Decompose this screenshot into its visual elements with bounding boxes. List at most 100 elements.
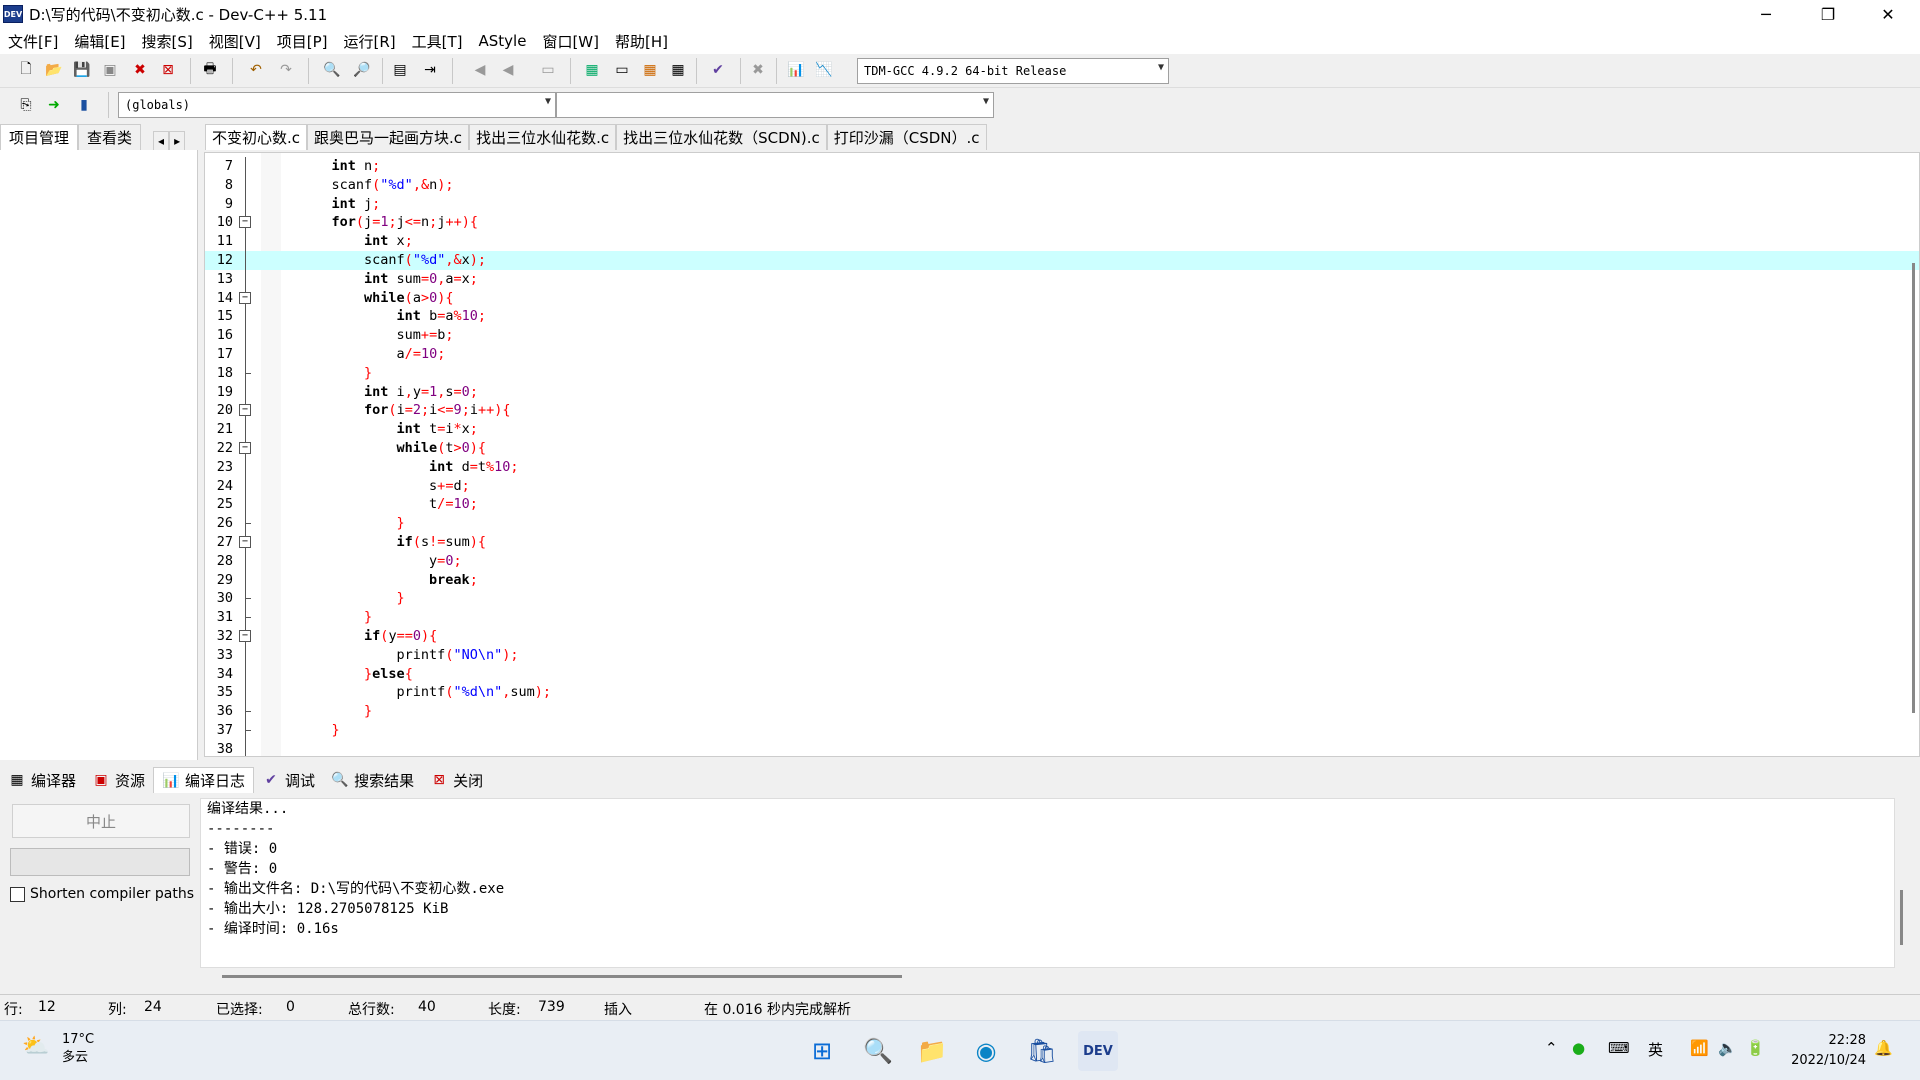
compile-icon[interactable]: ▦: [580, 58, 604, 82]
code-line[interactable]: 7 int n;: [205, 157, 1919, 176]
tab-file-1[interactable]: 不变初心数.c: [205, 124, 308, 150]
ime-indicator[interactable]: 英: [1648, 1039, 1663, 1060]
insert-icon[interactable]: ⎘: [14, 93, 38, 117]
code-line[interactable]: 8 scanf("%d",&n);: [205, 175, 1919, 195]
code-line[interactable]: 28 y=0;: [205, 551, 1919, 571]
code-line[interactable]: 25 t/=10;: [205, 495, 1919, 515]
tab-scroll-left-icon[interactable]: ◂: [153, 131, 170, 150]
indent-icon[interactable]: ◀: [468, 58, 492, 82]
menu-run[interactable]: 运行[R]: [335, 31, 403, 52]
close-all-icon[interactable]: ⊠: [156, 58, 180, 82]
code-line[interactable]: 12 scanf("%d",&x);: [205, 250, 1919, 270]
editor-vertical-scrollbar[interactable]: [1912, 263, 1915, 713]
code-line[interactable]: 26 }: [205, 514, 1919, 533]
weather-widget[interactable]: ⛅ 17°C 多云: [22, 1031, 94, 1067]
code-line[interactable]: 13 int sum=0,a=x;: [205, 269, 1919, 289]
menu-view[interactable]: 视图[V]: [201, 31, 269, 52]
shorten-paths-checkbox[interactable]: Shorten compiler paths: [10, 886, 194, 902]
fold-toggle-icon[interactable]: −: [239, 216, 251, 229]
code-line[interactable]: 20− for(i=2;i<=9;i++){: [205, 401, 1919, 421]
code-line[interactable]: 21 int t=i*x;: [205, 420, 1919, 439]
function-select[interactable]: ▼: [556, 92, 994, 118]
tab-debug[interactable]: ✔ 调试: [254, 767, 323, 793]
checkbox-box[interactable]: [10, 886, 25, 902]
delete-profile-icon[interactable]: 📉: [812, 58, 836, 82]
stop-execution-icon[interactable]: ✖: [746, 58, 770, 82]
start-button-icon[interactable]: ⊞: [802, 1031, 842, 1071]
code-line[interactable]: 14− while(a>0){: [205, 288, 1919, 308]
code-line[interactable]: 35 printf("%d\n",sum);: [205, 683, 1919, 703]
close-file-icon[interactable]: ✖: [128, 58, 152, 82]
tab-scroll-right-icon[interactable]: ▸: [169, 131, 186, 150]
compile-log-output[interactable]: 编译结果... -------- - 错误: 0 - 警告: 0 - 输出文件名…: [200, 798, 1895, 968]
code-line[interactable]: 27− if(s!=sum){: [205, 532, 1919, 552]
wechat-icon[interactable]: ●: [1572, 1039, 1585, 1057]
tab-compile-log[interactable]: 📊 编译日志: [153, 767, 255, 793]
code-line[interactable]: 34 }else{: [205, 664, 1919, 684]
tab-project-manager[interactable]: 项目管理: [0, 124, 79, 150]
stop-button[interactable]: 中止: [12, 804, 190, 838]
scope-select[interactable]: (globals) ▼: [118, 92, 556, 118]
debug-check-icon[interactable]: ✔: [706, 58, 730, 82]
code-line[interactable]: 30 }: [205, 589, 1919, 609]
wifi-icon[interactable]: 📶: [1690, 1039, 1709, 1057]
notification-icon[interactable]: 🔔: [1874, 1039, 1893, 1057]
tab-class-browser[interactable]: 查看类: [78, 124, 142, 150]
code-line[interactable]: 15 int b=a%10;: [205, 307, 1919, 327]
code-line[interactable]: 33 printf("NO\n");: [205, 645, 1919, 665]
bookmark-icon[interactable]: ▮: [72, 93, 96, 117]
menu-help[interactable]: 帮助[H]: [607, 31, 676, 52]
menu-file[interactable]: 文件[F]: [0, 31, 66, 52]
save-all-icon[interactable]: ▣: [98, 58, 122, 82]
fold-toggle-icon[interactable]: −: [239, 441, 251, 454]
compile-run-icon[interactable]: ▦: [638, 58, 662, 82]
toggle-comment-icon[interactable]: ▭: [536, 58, 560, 82]
profile-chart-icon[interactable]: 📊: [784, 58, 808, 82]
code-line[interactable]: 23 int d=t%10;: [205, 457, 1919, 477]
log-horizontal-scrollbar[interactable]: [222, 975, 902, 978]
tab-file-2[interactable]: 跟奥巴马一起画方块.c: [307, 124, 470, 150]
code-line[interactable]: 19 int i,y=1,s=0;: [205, 382, 1919, 402]
redo-icon[interactable]: ↷: [274, 58, 298, 82]
search-icon[interactable]: 🔍: [858, 1031, 898, 1071]
save-icon[interactable]: 💾: [70, 58, 94, 82]
chevron-up-icon[interactable]: ⌃: [1545, 1039, 1558, 1057]
run-icon[interactable]: ▭: [610, 58, 634, 82]
code-line[interactable]: 29 break;: [205, 570, 1919, 590]
menu-astyle[interactable]: AStyle: [471, 32, 535, 50]
code-line[interactable]: 11 int x;: [205, 232, 1919, 251]
tab-resources[interactable]: ▣ 资源: [84, 767, 153, 793]
code-line[interactable]: 16 sum+=b;: [205, 326, 1919, 345]
minimize-button[interactable]: ─: [1738, 0, 1794, 28]
code-line[interactable]: 31 }: [205, 608, 1919, 627]
menu-edit[interactable]: 编辑[E]: [66, 31, 133, 52]
code-line[interactable]: 24 s+=d;: [205, 476, 1919, 496]
unindent-icon[interactable]: ◀: [496, 58, 520, 82]
menu-window[interactable]: 窗口[W]: [534, 31, 607, 52]
find-icon[interactable]: 🔍: [320, 58, 344, 82]
log-vertical-scrollbar[interactable]: [1900, 890, 1903, 945]
keyboard-icon[interactable]: ⌨: [1608, 1039, 1630, 1057]
menu-project[interactable]: 项目[P]: [269, 31, 336, 52]
fold-toggle-icon[interactable]: −: [239, 535, 251, 548]
toggle-fullscreen-icon[interactable]: ▤: [388, 58, 412, 82]
fold-toggle-icon[interactable]: −: [239, 291, 251, 304]
menu-tools[interactable]: 工具[T]: [404, 31, 471, 52]
restore-button[interactable]: ❐: [1800, 0, 1856, 28]
tab-file-5[interactable]: 打印沙漏（CSDN）.c: [826, 124, 987, 150]
tab-close[interactable]: ⊠ 关闭: [422, 767, 491, 793]
goto-line-icon[interactable]: ⇥: [418, 58, 442, 82]
open-file-icon[interactable]: 📂: [42, 58, 66, 82]
store-icon[interactable]: 🛍: [1022, 1031, 1062, 1071]
replace-icon[interactable]: 🔎: [350, 58, 374, 82]
battery-icon[interactable]: 🔋: [1746, 1039, 1765, 1057]
edge-browser-icon[interactable]: ◉: [966, 1031, 1006, 1071]
volume-icon[interactable]: 🔈: [1718, 1039, 1737, 1057]
devcpp-taskbar-icon[interactable]: DEV: [1078, 1031, 1118, 1071]
tab-compiler[interactable]: ▦ 编译器: [0, 767, 84, 793]
code-line[interactable]: 9 int j;: [205, 194, 1919, 214]
undo-icon[interactable]: ↶: [244, 58, 268, 82]
tab-file-4[interactable]: 找出三位水仙花数（SCDN).c: [616, 124, 827, 150]
print-icon[interactable]: 🖶: [198, 58, 222, 82]
code-line[interactable]: 10− for(j=1;j<=n;j++){: [205, 213, 1919, 233]
